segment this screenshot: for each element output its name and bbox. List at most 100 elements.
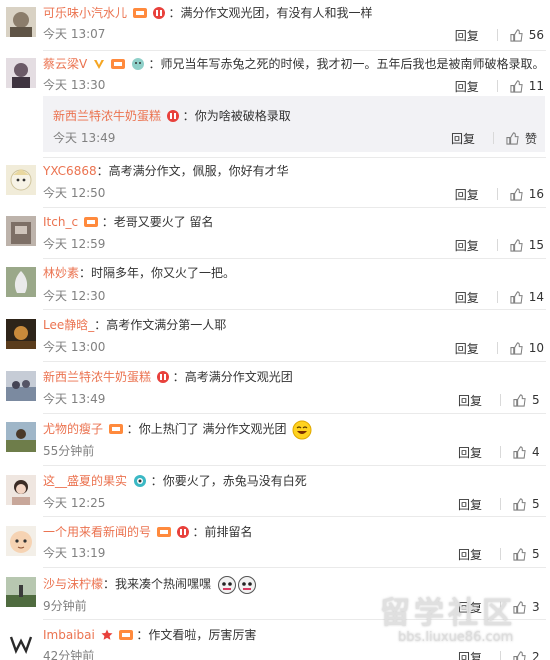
reply-button[interactable]: 回复 [455, 340, 495, 357]
avatar[interactable] [6, 371, 36, 401]
watermark-title: 留学社区 [380, 596, 516, 631]
comment-text: 满分作文观光团，有没有人和我一样 [180, 6, 373, 20]
avatar[interactable] [6, 526, 36, 556]
doge-emoji-icon [217, 575, 257, 595]
laugh-emoji-icon [292, 420, 312, 440]
comment-item: 一个用来看新闻的号 ：前排留名 今天 13:19 回复 5 [0, 524, 550, 568]
reply-button[interactable]: 回复 [455, 27, 495, 44]
reply-button[interactable]: 回复 [455, 186, 495, 203]
comment-text: 师兄当年写赤兔之死的时候，我才初一。五年后我也是被南师破格录取。 [160, 57, 545, 71]
avatar[interactable] [6, 267, 36, 297]
username-link[interactable]: 新西兰特浓牛奶蛋糕 [53, 109, 161, 123]
like-button[interactable]: 10 [510, 341, 544, 355]
like-button[interactable]: 5 [513, 497, 544, 511]
timestamp: 9分钟前 [43, 599, 87, 613]
comment-actions: 回复 4 [458, 444, 544, 460]
like-count: 4 [532, 445, 540, 459]
comment-item: 可乐味小汽水儿 ：满分作文观光团，有没有人和我一样 今天 13:07 回复 56 [0, 5, 550, 51]
reply-button[interactable]: 回复 [455, 78, 495, 95]
username-link[interactable]: YXC6868 [43, 164, 97, 178]
username-link[interactable]: Imbaibai [43, 628, 95, 642]
thumbs-up-icon [513, 445, 526, 459]
like-button[interactable]: 16 [510, 187, 544, 201]
reply-thread: 新西兰特浓牛奶蛋糕 ：你为啥被破格录取 今天 13:49 回复 赞 [43, 96, 545, 152]
like-button[interactable]: 11 [510, 79, 544, 93]
reply-button[interactable]: 回复 [458, 444, 498, 461]
like-button[interactable]: 5 [513, 393, 544, 407]
comment-text: 时隔多年，你又火了一把。 [91, 266, 236, 280]
username-link[interactable]: 可乐味小汽水儿 [43, 6, 127, 20]
like-count: 10 [528, 341, 544, 355]
comment-item: 林妙素：时隔多年，你又火了一把。 今天 12:30 回复 14 [0, 265, 550, 309]
username-link[interactable]: 沙与沫柠檬 [43, 577, 103, 591]
username-link[interactable]: 尤物的瘦子 [43, 422, 103, 436]
like-count: 5 [532, 497, 540, 511]
avatar[interactable] [6, 7, 36, 37]
avatar[interactable] [6, 475, 36, 505]
comment-item: 这__盛夏的果实 ：你要火了，赤兔马没有白死 今天 12:25 回复 5 [0, 473, 550, 517]
like-count: 56 [528, 28, 544, 42]
like-count: 15 [528, 238, 544, 252]
thumbs-up-icon [510, 28, 523, 42]
thumbs-up-icon [506, 131, 519, 145]
username-link[interactable]: Lee静晗_ [43, 318, 94, 332]
timestamp: 今天 12:59 [43, 237, 106, 251]
comment-actions: 回复 11 [455, 78, 544, 94]
thumbs-up-icon [510, 79, 523, 93]
emoji-badge-icon [131, 58, 145, 74]
thumbs-up-icon [510, 341, 523, 355]
like-button[interactable]: 4 [513, 445, 544, 459]
member-icon [110, 58, 125, 74]
comment-actions: 回复 15 [455, 237, 544, 253]
red-badge-icon [176, 526, 189, 542]
avatar[interactable] [6, 58, 36, 88]
username-link[interactable]: Itch_c [43, 215, 78, 229]
timestamp: 42分钟前 [43, 649, 95, 660]
username-link[interactable]: 蔡云梁V [43, 57, 87, 71]
username-link[interactable]: 新西兰特浓牛奶蛋糕 [43, 370, 151, 384]
like-label: 赞 [524, 131, 537, 146]
timestamp: 今天 12:25 [43, 496, 106, 510]
avatar[interactable] [6, 577, 36, 607]
avatar[interactable] [6, 629, 36, 659]
comment-actions: 回复 5 [458, 546, 544, 562]
red-badge-icon [152, 7, 165, 23]
avatar[interactable] [6, 216, 36, 246]
username-link[interactable]: 这__盛夏的果实 [43, 474, 127, 488]
comment-text: 高考作文满分第一人耶 [106, 318, 227, 332]
avatar[interactable] [6, 165, 36, 195]
comment-actions: 回复 5 [458, 496, 544, 512]
username-link[interactable]: 林妙素 [43, 266, 79, 280]
like-button[interactable]: 56 [510, 28, 544, 42]
reply-button[interactable]: 回复 [458, 546, 498, 563]
comment-text: 我来凑个热闹嘿嘿 [115, 577, 212, 591]
comment-actions: 回复 5 [458, 392, 544, 408]
like-button[interactable]: 5 [513, 547, 544, 561]
red-badge-icon [166, 110, 179, 126]
avatar[interactable] [6, 422, 36, 452]
like-button[interactable]: 14 [510, 290, 544, 304]
reply-button[interactable]: 回复 [451, 130, 491, 147]
comment-text: 前排留名 [204, 525, 253, 539]
member-icon [132, 7, 147, 23]
like-button[interactable]: 15 [510, 238, 544, 252]
star-icon [101, 629, 113, 645]
avatar[interactable] [6, 319, 36, 349]
comment-actions: 回复 56 [455, 27, 544, 43]
reply-button[interactable]: 回复 [458, 392, 498, 409]
like-button[interactable]: 赞 [506, 130, 537, 147]
like-count: 14 [528, 290, 544, 304]
timestamp: 今天 13:30 [43, 78, 106, 92]
timestamp: 今天 13:07 [43, 27, 106, 41]
username-link[interactable]: 一个用来看新闻的号 [43, 525, 151, 539]
thumbs-up-icon [510, 238, 523, 252]
comment-actions: 回复 14 [455, 289, 544, 305]
reply-button[interactable]: 回复 [455, 289, 495, 306]
member-icon [118, 629, 133, 645]
reply-button[interactable]: 回复 [455, 237, 495, 254]
timestamp: 今天 12:30 [43, 289, 106, 303]
eye-badge-icon [133, 475, 147, 491]
thumbs-up-icon [510, 290, 523, 304]
watermark-url: bbs.liuxue86.com [398, 630, 514, 645]
reply-button[interactable]: 回复 [458, 496, 498, 513]
